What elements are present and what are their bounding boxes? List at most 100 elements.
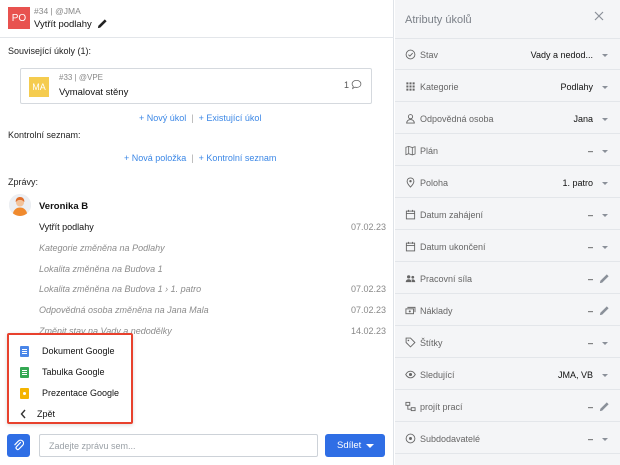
attribute-row-tags[interactable]: Štítky – xyxy=(395,327,620,358)
related-task-id: #33 | @VPE xyxy=(59,73,103,82)
menu-item-label: Dokument Google xyxy=(42,346,115,356)
attribute-row-responsible[interactable]: Odpovědná osoba Jana xyxy=(395,103,620,134)
attribute-label: Pracovní síla xyxy=(420,274,473,284)
menu-item-label: Prezentace Google xyxy=(42,388,120,398)
paperclip-icon xyxy=(14,439,24,451)
activity-row: Kategorie změněna na Podlahy xyxy=(39,243,386,257)
chevron-down-icon xyxy=(602,150,608,153)
attribute-row-costs[interactable]: Náklady – xyxy=(395,295,620,326)
check-circle-icon xyxy=(405,49,416,60)
task-header: PO #34 | @JMA Vytřít podlahy xyxy=(0,0,394,38)
chevron-left-icon xyxy=(20,409,26,419)
attribute-label: Datum zahájení xyxy=(420,210,484,220)
caret-down-icon xyxy=(366,444,374,448)
tag-icon xyxy=(405,337,416,348)
activity-text: Lokalita změněna na Budova 1 › 1. patro xyxy=(39,284,202,294)
attach-button[interactable] xyxy=(7,434,30,457)
chevron-down-icon xyxy=(602,214,608,217)
close-icon[interactable] xyxy=(593,10,605,22)
activity-date: 14.02.23 xyxy=(350,326,386,336)
menu-item-label: Zpět xyxy=(37,409,56,419)
attributes-title: Atributy úkolů xyxy=(405,14,472,26)
attribute-value: – xyxy=(587,146,593,156)
attribute-row-subcontractors[interactable]: Subdodavatelé – xyxy=(395,423,620,454)
attribute-label: Subdodavatelé xyxy=(420,434,481,444)
attribute-value: JMA, VB xyxy=(557,370,593,380)
new-task-link[interactable]: + Nový úkol xyxy=(139,113,186,123)
activity-date: 07.02.23 xyxy=(350,305,386,315)
attributes-panel: Atributy úkolů Stav Vady a nedod... Kate… xyxy=(395,0,620,465)
pencil-icon xyxy=(599,274,609,284)
menu-item-google-sheet[interactable]: Tabulka Google xyxy=(9,362,131,382)
task-id: #34 | @JMA xyxy=(34,6,81,16)
chevron-down-icon xyxy=(602,118,608,121)
attribute-value: – xyxy=(587,434,593,444)
attribute-label: Poloha xyxy=(420,178,449,188)
attribute-row-location[interactable]: Poloha 1. patro xyxy=(395,167,620,198)
related-task-avatar: MA xyxy=(29,77,49,97)
attribute-row-plan[interactable]: Plán – xyxy=(395,135,620,166)
activity-row: Lokalita změněna na Budova 1 › 1. patro … xyxy=(39,284,386,298)
menu-item-back[interactable]: Zpět xyxy=(9,404,131,424)
messages-label: Zprávy: xyxy=(8,177,39,187)
activity-text: Odpovědná osoba změněna na Jana Mala xyxy=(39,305,209,315)
attribute-row-category[interactable]: Kategorie Podlahy xyxy=(395,71,620,102)
attribute-value: – xyxy=(587,210,593,220)
attribute-label: projít prací xyxy=(420,402,463,412)
new-checklist-link[interactable]: + Kontrolní seznam xyxy=(199,153,277,163)
related-task-title: Vymalovat stěny xyxy=(59,87,129,98)
attribute-value: – xyxy=(587,338,593,348)
attribute-value: Vady a nedod... xyxy=(530,50,593,60)
pencil-icon xyxy=(599,306,609,316)
checklist-label: Kontrolní seznam: xyxy=(8,130,81,140)
related-task-card[interactable]: MA #33 | @VPE Vymalovat stěny 1 xyxy=(20,68,372,104)
comment-icon xyxy=(351,79,362,90)
related-links: + Nový úkol | + Existující úkol xyxy=(139,113,262,123)
chevron-down-icon xyxy=(602,438,608,441)
edit-title-pencil-icon[interactable] xyxy=(97,18,108,29)
chevron-down-icon xyxy=(602,86,608,89)
menu-item-google-doc[interactable]: Dokument Google xyxy=(9,341,131,361)
attribute-label: Štítky xyxy=(420,338,443,348)
calendar-icon xyxy=(405,241,416,252)
attribute-row-start-date[interactable]: Datum zahájení – xyxy=(395,199,620,230)
attribute-label: Kategorie xyxy=(420,82,459,92)
grid-icon xyxy=(406,82,415,91)
activity-text: Kategorie změněna na Podlahy xyxy=(39,243,165,253)
task-detail-panel: PO #34 | @JMA Vytřít podlahy Související… xyxy=(0,0,394,465)
message-text: Vytřít podlahy xyxy=(39,222,94,232)
people-icon xyxy=(405,275,416,283)
chevron-down-icon xyxy=(602,374,608,377)
attribute-row-followers[interactable]: Sledující JMA, VB xyxy=(395,359,620,390)
share-button[interactable]: Sdílet xyxy=(325,434,385,457)
person-icon xyxy=(406,114,415,124)
attribute-row-status[interactable]: Stav Vady a nedod... xyxy=(395,39,620,70)
message-input[interactable] xyxy=(39,434,318,457)
attribute-label: Odpovědná osoba xyxy=(420,114,494,124)
activity-row: Odpovědná osoba změněna na Jana Mala 07.… xyxy=(39,305,386,319)
attribute-label: Náklady xyxy=(420,306,453,316)
related-tasks-label: Související úkoly (1): xyxy=(8,46,92,56)
menu-item-google-slides[interactable]: Prezentace Google xyxy=(9,383,131,403)
google-docs-icon xyxy=(20,346,29,357)
activity-row: Lokalita změněna na Budova 1 xyxy=(39,264,386,278)
map-icon xyxy=(405,145,416,156)
project-badge: PO xyxy=(8,7,30,29)
new-item-link[interactable]: + Nová položka xyxy=(124,153,186,163)
money-icon xyxy=(405,306,416,315)
comment-count: 1 xyxy=(343,80,349,90)
attribute-row-end-date[interactable]: Datum ukončení – xyxy=(395,231,620,262)
attribute-label: Sledující xyxy=(420,370,455,380)
message-author: Veronika B xyxy=(39,201,89,212)
chevron-down-icon xyxy=(602,54,608,57)
attribute-value: – xyxy=(587,242,593,252)
calendar-icon xyxy=(405,209,416,220)
message-composer: Sdílet xyxy=(0,425,394,465)
message-date: 07.02.23 xyxy=(350,222,386,232)
attribute-row-workforce[interactable]: Pracovní síla – xyxy=(395,263,620,294)
chevron-down-icon xyxy=(602,246,608,249)
existing-task-link[interactable]: + Existující úkol xyxy=(199,113,262,123)
attribute-row-workflow[interactable]: projít prací – xyxy=(395,391,620,422)
eye-icon xyxy=(405,370,416,379)
attribute-value: – xyxy=(587,274,593,284)
